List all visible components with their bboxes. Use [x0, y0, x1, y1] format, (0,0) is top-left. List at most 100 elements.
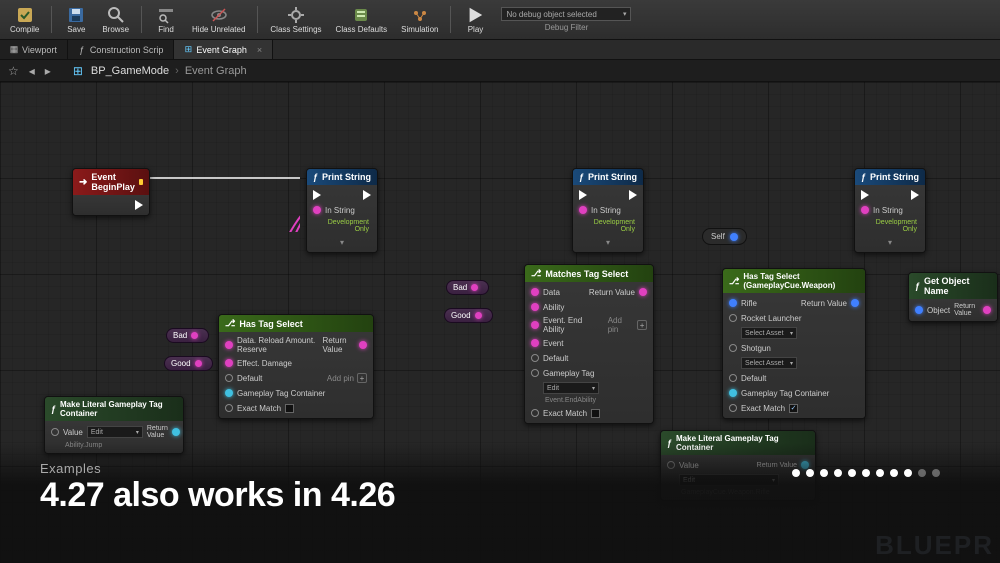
function-icon: ƒ: [579, 172, 584, 182]
browse-icon: [107, 6, 125, 24]
node-print-string-2[interactable]: ƒPrint String In String Development Only…: [572, 168, 644, 253]
pin-option[interactable]: [225, 359, 233, 367]
node-has-tag-select-weapon[interactable]: ⎇Has Tag Select (GameplayCue.Weapon) Rif…: [722, 268, 866, 419]
play-button[interactable]: Play: [457, 2, 493, 37]
tab-viewport[interactable]: ▦Viewport: [0, 40, 68, 59]
pin-exact[interactable]: [531, 409, 539, 417]
exec-out-pin[interactable]: [135, 200, 143, 210]
close-icon[interactable]: ×: [257, 45, 262, 55]
node-header: ƒMake Literal Gameplay Tag Container: [45, 397, 183, 421]
asset-select[interactable]: Select Asset: [741, 327, 797, 339]
favorite-icon[interactable]: ☆: [6, 64, 21, 78]
save-icon: [67, 6, 85, 24]
toolbar-label: Hide Unrelated: [192, 25, 245, 34]
chevron-down-icon[interactable]: ▾: [340, 238, 344, 247]
add-pin-button[interactable]: Add pin+: [327, 373, 367, 383]
watermark: BLUEPR: [875, 530, 994, 561]
pin-container[interactable]: [729, 389, 737, 397]
node-has-tag-select[interactable]: ⎇Has Tag Select Data. Reload Amount. Res…: [218, 314, 374, 419]
breadcrumb-asset[interactable]: BP_GameMode: [91, 65, 169, 77]
pin-self-out[interactable]: [730, 233, 738, 241]
node-print-string-3[interactable]: ƒPrint String In String Development Only…: [854, 168, 926, 253]
pin-option[interactable]: [729, 314, 737, 322]
toolbar-label: Compile: [10, 25, 39, 34]
exec-out-pin[interactable]: [911, 190, 919, 200]
exec-out-pin[interactable]: [629, 190, 637, 200]
pin-object[interactable]: [915, 306, 923, 314]
exec-out-pin[interactable]: [363, 190, 371, 200]
exact-match-checkbox[interactable]: [591, 409, 600, 418]
pin-return[interactable]: [851, 299, 859, 307]
pin-option[interactable]: [729, 299, 737, 307]
function-icon: ƒ: [915, 281, 920, 291]
exact-match-checkbox[interactable]: [285, 404, 294, 413]
pin-return[interactable]: [172, 428, 180, 436]
pin-exact[interactable]: [225, 404, 233, 412]
hide-unrelated-button[interactable]: Hide Unrelated: [186, 2, 251, 37]
pin-gameplay-tag[interactable]: [531, 369, 539, 377]
pin-out[interactable]: [195, 360, 202, 367]
pin-out[interactable]: [471, 284, 478, 291]
node-header: ➜ Event BeginPlay: [73, 169, 149, 195]
tab-construction-script[interactable]: ƒConstruction Scrip: [68, 40, 175, 59]
pin-option[interactable]: [729, 344, 737, 352]
pin-value[interactable]: [51, 428, 59, 436]
tag-edit-select[interactable]: Edit: [87, 426, 143, 438]
node-header: ⎇Has Tag Select (GameplayCue.Weapon): [723, 269, 865, 293]
find-button[interactable]: Find: [148, 2, 184, 37]
pin-option[interactable]: [531, 303, 539, 311]
breadcrumb-graph[interactable]: Event Graph: [185, 65, 247, 77]
pin-out[interactable]: [191, 332, 198, 339]
exact-match-checkbox[interactable]: ✓: [789, 404, 798, 413]
pin-option[interactable]: [531, 321, 539, 329]
debug-object-select[interactable]: No debug object selected: [501, 7, 631, 21]
toolbar-label: Play: [468, 25, 484, 34]
browse-button[interactable]: Browse: [96, 2, 135, 37]
pill-good-2[interactable]: Good: [444, 308, 493, 323]
pin-option[interactable]: [225, 341, 233, 349]
pill-bad-1[interactable]: Bad: [166, 328, 209, 343]
pin-return[interactable]: [983, 306, 991, 314]
event-icon: ➜: [79, 177, 87, 188]
class-settings-button[interactable]: Class Settings: [264, 2, 327, 37]
tab-event-graph[interactable]: ⊞Event Graph×: [174, 40, 273, 59]
node-matches-tag-select[interactable]: ⎇Matches Tag Select DataReturn Value Abi…: [524, 264, 654, 424]
chevron-right-icon: ›: [175, 65, 179, 77]
simulation-button[interactable]: Simulation: [395, 2, 444, 37]
pin-out[interactable]: [475, 312, 482, 319]
nav-back-icon[interactable]: ◂: [27, 64, 37, 78]
wires-layer: [0, 82, 300, 232]
node-header: ƒPrint String: [307, 169, 377, 185]
development-only-label: Development Only: [861, 219, 919, 233]
pin-default[interactable]: [531, 354, 539, 362]
pin-container[interactable]: [225, 389, 233, 397]
pin-in-string[interactable]: [313, 206, 321, 214]
exec-in-pin[interactable]: [861, 190, 869, 200]
pin-option[interactable]: [531, 339, 539, 347]
node-event-beginplay[interactable]: ➜ Event BeginPlay: [72, 168, 150, 216]
nav-forward-icon[interactable]: ▸: [43, 64, 53, 78]
exec-in-pin[interactable]: [313, 190, 321, 200]
pin-option[interactable]: [531, 288, 539, 296]
chevron-down-icon[interactable]: ▾: [606, 238, 610, 247]
pin-exact[interactable]: [729, 404, 737, 412]
pin-return[interactable]: [639, 288, 647, 296]
chevron-down-icon[interactable]: ▾: [888, 238, 892, 247]
save-button[interactable]: Save: [58, 2, 94, 37]
pin-in-string[interactable]: [861, 206, 869, 214]
class-defaults-button[interactable]: Class Defaults: [330, 2, 394, 37]
pin-return[interactable]: [359, 341, 367, 349]
tag-edit-select[interactable]: Edit: [543, 382, 599, 394]
asset-select[interactable]: Select Asset: [741, 357, 797, 369]
node-self[interactable]: Self: [702, 228, 747, 245]
pin-in-string[interactable]: [579, 206, 587, 214]
pin-default[interactable]: [729, 374, 737, 382]
add-pin-button[interactable]: Add pin+: [608, 316, 647, 334]
node-get-object-name[interactable]: ƒGet Object Name ObjectReturn Value: [908, 272, 998, 322]
pin-default[interactable]: [225, 374, 233, 382]
pill-bad-2[interactable]: Bad: [446, 280, 489, 295]
compile-button[interactable]: Compile: [4, 2, 45, 37]
exec-in-pin[interactable]: [579, 190, 587, 200]
node-print-string-1[interactable]: ƒPrint String In String Development Only…: [306, 168, 378, 253]
pill-good-1[interactable]: Good: [164, 356, 213, 371]
